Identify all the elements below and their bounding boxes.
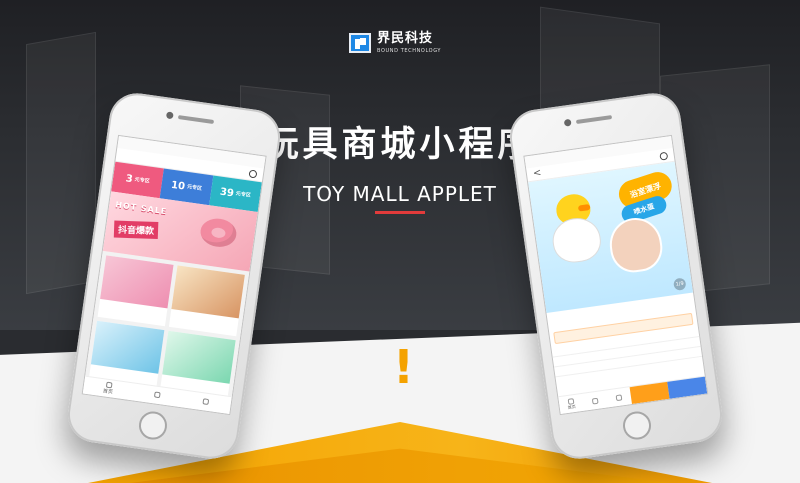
- page-title-cn: 玩具商城小程序: [263, 125, 537, 165]
- price-zone-10-label: 元专区: [186, 183, 203, 192]
- product-image: [90, 320, 165, 374]
- page-title-en: TOY MALL APPLET: [303, 182, 497, 206]
- page-stage: 界民科技 BOUND TECHNOLOGY 玩具商城小程序 TOY MALL A…: [0, 0, 800, 483]
- spec-right: [695, 338, 696, 347]
- tab-home[interactable]: 首页: [94, 378, 122, 398]
- phone-home-button[interactable]: [137, 409, 169, 442]
- add-to-cart-button[interactable]: [629, 381, 670, 405]
- home-shortcut-label: 首页: [567, 403, 577, 410]
- back-icon[interactable]: <: [532, 167, 542, 179]
- spec-left: [557, 357, 558, 366]
- status-left: [121, 137, 123, 149]
- phone-speaker: [177, 115, 215, 125]
- hot-sale-tag: HOT SALE: [114, 200, 168, 217]
- baby-photo: [606, 214, 666, 276]
- product-bottom-actions: 首页: [558, 375, 708, 415]
- pig-toy-image: [198, 216, 239, 250]
- phone-speaker: [575, 115, 613, 125]
- cart-icon: [615, 393, 623, 401]
- tab-category[interactable]: [143, 385, 171, 405]
- product-card[interactable]: [168, 265, 245, 337]
- brand-logo: 界民科技 BOUND TECHNOLOGY: [349, 25, 459, 61]
- target-icon[interactable]: [659, 151, 669, 161]
- chat-icon: [591, 397, 599, 405]
- brand-name-cn: 界民科技: [377, 31, 434, 46]
- service-shortcut[interactable]: [582, 391, 608, 411]
- phone-home-button[interactable]: [621, 409, 653, 442]
- home-shortcut[interactable]: 首页: [558, 394, 584, 414]
- brand-name-en: BOUND TECHNOLOGY: [377, 48, 442, 54]
- title-underline: [375, 211, 425, 214]
- status-right: [667, 137, 669, 149]
- price-zone-10-number: 10: [170, 179, 186, 193]
- product-image-carousel[interactable]: 浴室漂浮 喷水蛋 1/9: [528, 161, 694, 314]
- product-card[interactable]: [97, 255, 174, 327]
- product-image: [171, 265, 245, 319]
- price-zone-3-number: 3: [125, 172, 134, 185]
- status-left: [528, 156, 530, 168]
- home-icon: [105, 381, 113, 389]
- price-zone-39-number: 39: [219, 186, 235, 199]
- buy-now-button[interactable]: [667, 376, 708, 399]
- product-image: [100, 255, 174, 309]
- tab-home-label: 首页: [102, 388, 114, 396]
- exclamation-mark: !: [393, 340, 414, 394]
- brand-text: 界民科技 BOUND TECHNOLOGY: [377, 31, 441, 55]
- phone-camera-icon: [165, 111, 174, 120]
- spec-right: [697, 347, 698, 356]
- profile-icon: [202, 398, 210, 406]
- building-silhouette-left: [26, 31, 96, 295]
- target-icon[interactable]: [248, 168, 258, 179]
- brand-mark-icon: [349, 33, 371, 53]
- spec-left: [558, 367, 559, 376]
- status-right: [260, 156, 262, 168]
- price-zone-39-label: 元专区: [235, 190, 252, 199]
- price-zone-3-label: 元专区: [134, 176, 150, 185]
- phone-camera-icon: [563, 118, 572, 127]
- banner-title: 抖音爆款: [113, 220, 159, 240]
- right-phone-screen: < 浴室漂浮 喷水蛋 1/9 首页: [523, 134, 709, 416]
- spec-right: [694, 328, 695, 337]
- spec-left: [555, 347, 556, 356]
- category-icon: [153, 391, 161, 399]
- egg-toy-image: [549, 215, 604, 266]
- image-counter: 1/9: [672, 277, 687, 291]
- product-image: [162, 330, 236, 384]
- left-phone-screen: 3 元专区 10 元专区 39 元专区 HOT SALE 抖音爆款 首页: [81, 134, 267, 416]
- tab-profile[interactable]: [192, 392, 220, 412]
- cart-shortcut[interactable]: [606, 387, 632, 407]
